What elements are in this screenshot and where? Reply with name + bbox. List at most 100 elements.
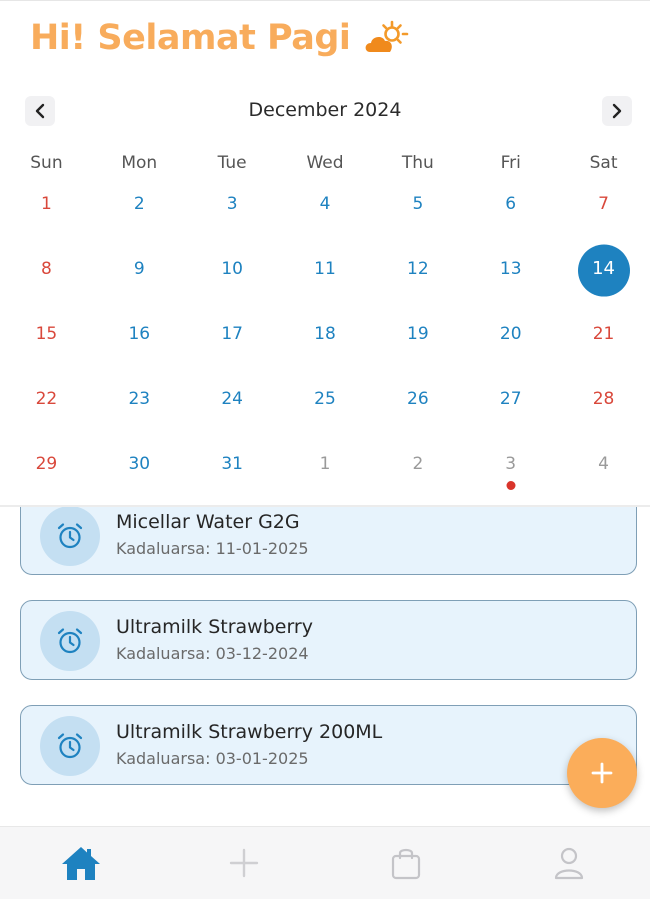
calendar-day-grid: 1 2 3 4 5 6 7 8 9 10 11 12 13 14 15 16 17 18 19 20 21 22 23 24 2… bbox=[0, 171, 650, 496]
calendar-day[interactable]: 26 bbox=[371, 366, 464, 431]
day-number: 2 bbox=[412, 453, 424, 474]
day-number: 9 bbox=[133, 258, 145, 279]
month-title: December 2024 bbox=[248, 99, 402, 121]
day-number: 14 bbox=[592, 258, 616, 279]
calendar-day[interactable]: 13 bbox=[464, 236, 557, 301]
calendar-day[interactable]: 9 bbox=[93, 236, 186, 301]
day-number: 17 bbox=[221, 323, 243, 344]
product-list: Micellar Water G2G Kadaluarsa: 11-01-202… bbox=[0, 507, 650, 825]
shopping-bag-icon bbox=[392, 848, 421, 880]
day-number: 3 bbox=[505, 453, 517, 474]
calendar-day[interactable]: 4 bbox=[279, 171, 372, 236]
day-number: 1 bbox=[41, 193, 52, 214]
day-number: 7 bbox=[598, 193, 609, 214]
calendar-day[interactable]: 18 bbox=[279, 301, 372, 366]
calendar-day[interactable]: 29 bbox=[0, 431, 93, 496]
nav-profile[interactable] bbox=[488, 827, 650, 899]
plus-icon bbox=[591, 762, 613, 784]
day-number: 4 bbox=[598, 453, 609, 474]
calendar-day[interactable]: 1 bbox=[279, 431, 372, 496]
day-number: 20 bbox=[499, 323, 522, 344]
alarm-clock-icon bbox=[57, 628, 83, 654]
day-number: 6 bbox=[505, 193, 517, 214]
calendar-day[interactable]: 28 bbox=[557, 366, 650, 431]
nav-home[interactable] bbox=[0, 827, 163, 899]
calendar-day[interactable]: 5 bbox=[371, 171, 464, 236]
product-expiry: Kadaluarsa: 03-12-2024 bbox=[116, 644, 309, 663]
day-number: 28 bbox=[592, 388, 615, 409]
day-number: 8 bbox=[41, 258, 52, 279]
day-number: 30 bbox=[128, 453, 151, 474]
calendar-day[interactable]: 11 bbox=[279, 236, 372, 301]
greeting-text: Hi! Selamat Pagi bbox=[30, 18, 351, 58]
calendar-day[interactable]: 6 bbox=[464, 171, 557, 236]
alarm-clock-icon bbox=[57, 733, 83, 759]
plus-icon bbox=[229, 848, 258, 878]
day-number: 4 bbox=[319, 193, 331, 214]
day-number: 25 bbox=[314, 388, 336, 409]
calendar-day[interactable]: 3 bbox=[186, 171, 279, 236]
product-avatar bbox=[40, 716, 100, 776]
product-card[interactable]: Micellar Water G2G Kadaluarsa: 11-01-202… bbox=[20, 507, 637, 575]
calendar-day[interactable]: 16 bbox=[93, 301, 186, 366]
calendar-day[interactable]: 21 bbox=[557, 301, 650, 366]
calendar-day[interactable]: 3 bbox=[464, 431, 557, 496]
partly-sunny-icon bbox=[366, 20, 409, 52]
product-expiry: Kadaluarsa: 11-01-2025 bbox=[116, 539, 309, 558]
top-divider bbox=[0, 0, 650, 1]
calendar-day[interactable]: 24 bbox=[186, 366, 279, 431]
product-card[interactable]: Ultramilk Strawberry Kadaluarsa: 03-12-2… bbox=[20, 600, 637, 680]
calendar-day[interactable]: 27 bbox=[464, 366, 557, 431]
calendar-day[interactable]: 12 bbox=[371, 236, 464, 301]
calendar-day[interactable]: 10 bbox=[186, 236, 279, 301]
event-dot bbox=[506, 481, 516, 490]
calendar-day[interactable]: 1 bbox=[0, 171, 93, 236]
calendar-day[interactable]: 19 bbox=[371, 301, 464, 366]
day-number: 16 bbox=[128, 323, 151, 344]
calendar-day[interactable]: 30 bbox=[93, 431, 186, 496]
nav-bag[interactable] bbox=[325, 827, 488, 899]
nav-add[interactable] bbox=[163, 827, 326, 899]
calendar-day[interactable]: 4 bbox=[557, 431, 650, 496]
product-expiry: Kadaluarsa: 03-01-2025 bbox=[116, 749, 309, 768]
product-avatar bbox=[40, 507, 100, 566]
calendar-day-selected[interactable]: 14 bbox=[557, 236, 650, 301]
calendar-day[interactable]: 2 bbox=[93, 171, 186, 236]
bottom-navigation bbox=[0, 826, 650, 899]
calendar-day[interactable]: 2 bbox=[371, 431, 464, 496]
app-screen: Hi! Selamat Pagi December 2024 Sun Mon T… bbox=[0, 0, 650, 899]
day-number: 29 bbox=[35, 453, 58, 474]
day-number: 11 bbox=[314, 258, 336, 279]
day-number: 15 bbox=[35, 323, 58, 344]
user-icon bbox=[554, 847, 583, 880]
day-number: 23 bbox=[128, 388, 151, 409]
calendar-day[interactable]: 25 bbox=[279, 366, 372, 431]
product-avatar bbox=[40, 611, 100, 671]
calendar-day[interactable]: 23 bbox=[93, 366, 186, 431]
add-item-fab[interactable] bbox=[567, 738, 637, 808]
day-number: 22 bbox=[35, 388, 58, 409]
calendar-day[interactable]: 17 bbox=[186, 301, 279, 366]
day-number: 12 bbox=[407, 258, 429, 279]
greeting-header: Hi! Selamat Pagi bbox=[30, 14, 410, 62]
next-month-button[interactable] bbox=[602, 96, 632, 126]
calendar-day[interactable]: 8 bbox=[0, 236, 93, 301]
day-number: 18 bbox=[314, 323, 336, 344]
day-number: 21 bbox=[592, 323, 615, 344]
product-name: Ultramilk Strawberry 200ML bbox=[116, 721, 383, 743]
calendar-day[interactable]: 15 bbox=[0, 301, 93, 366]
product-name: Ultramilk Strawberry bbox=[116, 616, 313, 638]
calendar-day[interactable]: 22 bbox=[0, 366, 93, 431]
calendar-day[interactable]: 31 bbox=[186, 431, 279, 496]
calendar-day[interactable]: 7 bbox=[557, 171, 650, 236]
day-number: 13 bbox=[499, 258, 522, 279]
day-number: 26 bbox=[407, 388, 429, 409]
day-number: 31 bbox=[221, 453, 243, 474]
product-card[interactable]: Ultramilk Strawberry 200ML Kadaluarsa: 0… bbox=[20, 705, 637, 785]
day-number: 5 bbox=[412, 193, 424, 214]
calendar-day[interactable]: 20 bbox=[464, 301, 557, 366]
alarm-clock-icon bbox=[57, 523, 83, 549]
chevron-right-icon bbox=[612, 103, 622, 119]
day-number: 1 bbox=[319, 453, 331, 474]
home-icon bbox=[62, 847, 101, 880]
